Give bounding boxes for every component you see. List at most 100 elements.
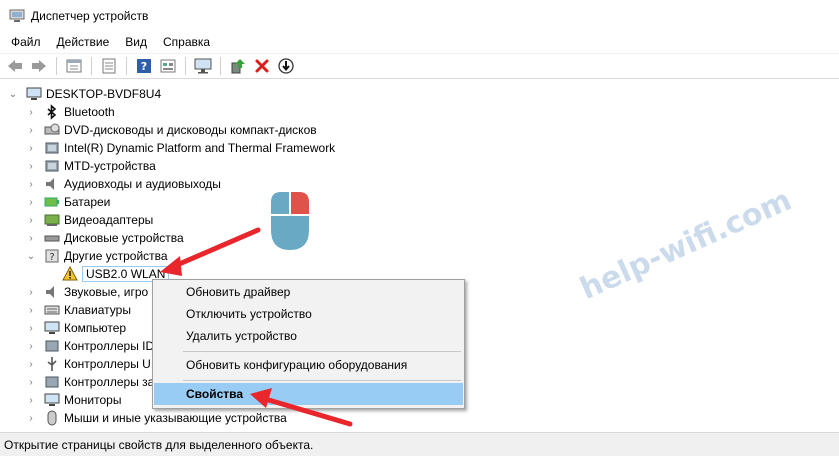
tree-item-usb[interactable]: › Контроллеры U [26, 355, 151, 373]
menu-update-driver[interactable]: Обновить драйвер [154, 281, 463, 303]
bluetooth-icon [44, 104, 60, 120]
tree-item-ide[interactable]: › Контроллеры ID [26, 337, 154, 355]
tree-item-label: Bluetooth [64, 105, 115, 119]
chevron-right-icon[interactable]: › [26, 121, 36, 139]
list-icon[interactable] [98, 55, 120, 77]
chevron-right-icon[interactable]: › [26, 139, 36, 157]
svg-text:?: ? [49, 252, 54, 263]
tree-item-label: Мыши и иные указывающие устройства [64, 411, 287, 425]
monitor-icon[interactable] [192, 55, 214, 77]
menu-separator [183, 351, 461, 352]
tree-item-storage[interactable]: › Контроллеры за [26, 373, 154, 391]
tree-item-label: Батареи [64, 195, 111, 209]
toolbar: ? [0, 53, 839, 79]
tree-item-other-devices[interactable]: ⌄ ? Другие устройства [26, 247, 168, 265]
tree-item-display[interactable]: › Видеоадаптеры [26, 211, 153, 229]
title-bar: Диспетчер устройств [0, 0, 839, 31]
tree-item-mice[interactable]: › Мыши и иные указывающие устройства [26, 409, 287, 427]
chevron-right-icon[interactable]: › [26, 301, 36, 319]
menu-properties[interactable]: Свойства [154, 383, 463, 405]
tree-item-label: Контроллеры U [64, 357, 151, 371]
tree-item-label: Клавиатуры [64, 303, 131, 317]
tree-item-mtd[interactable]: › MTD-устройства [26, 157, 155, 175]
menu-action[interactable]: Действие [49, 35, 118, 49]
tree-item-label: Видеоадаптеры [64, 213, 154, 227]
tree-item-label: Другие устройства [64, 249, 168, 263]
chevron-down-icon[interactable]: ⌄ [8, 85, 18, 103]
device-manager-icon [9, 9, 25, 23]
menu-separator [183, 380, 461, 381]
download-icon[interactable] [275, 55, 297, 77]
chevron-right-icon[interactable]: › [26, 409, 36, 427]
battery-icon [44, 194, 60, 210]
back-icon[interactable] [4, 55, 26, 77]
tree-item-label: Контроллеры ID [64, 339, 155, 353]
sound-icon [44, 284, 60, 300]
tree-item-batteries[interactable]: › Батареи [26, 193, 110, 211]
chevron-right-icon[interactable]: › [26, 103, 36, 121]
window-title: Диспетчер устройств [31, 8, 149, 23]
chevron-right-icon[interactable]: › [26, 157, 36, 175]
chevron-right-icon[interactable]: › [26, 319, 36, 337]
tree-item-dvd[interactable]: › DVD-дисководы и дисководы компакт-диск… [26, 121, 317, 139]
menu-view[interactable]: Вид [117, 35, 155, 49]
chevron-right-icon[interactable]: › [26, 373, 36, 391]
menu-disable-device[interactable]: Отключить устройство [154, 303, 463, 325]
chevron-right-icon[interactable]: › [26, 229, 36, 247]
speaker-icon [44, 176, 60, 192]
display-adapter-icon [44, 212, 60, 228]
keyboard-icon [44, 302, 60, 318]
tree-item-computer[interactable]: › Компьютер [26, 319, 126, 337]
tree-item-label: Мониторы [64, 393, 122, 407]
context-menu: Обновить драйвер Отключить устройство Уд… [152, 279, 465, 409]
computer-icon [26, 86, 42, 102]
menu-help[interactable]: Справка [155, 35, 218, 49]
storage-icon [44, 374, 60, 390]
chevron-right-icon[interactable]: › [26, 337, 36, 355]
view-icon[interactable] [157, 55, 179, 77]
tree-item-audio-io[interactable]: › Аудиовходы и аудиовыходы [26, 175, 221, 193]
dvd-icon [44, 122, 60, 138]
monitor-icon [44, 392, 60, 408]
tree-item-label: Компьютер [64, 321, 127, 335]
tree-item-intel[interactable]: › Intel(R) Dynamic Platform and Thermal … [26, 139, 335, 157]
uninstall-icon[interactable] [251, 55, 273, 77]
tree-item-sound[interactable]: › Звуковые, игро [26, 283, 148, 301]
tree-item-disks[interactable]: › Дисковые устройства [26, 229, 184, 247]
tree-item-label: DVD-дисководы и дисководы компакт-дисков [64, 123, 317, 137]
unknown-device-icon: ? [44, 248, 60, 264]
properties-icon[interactable] [63, 55, 85, 77]
warning-device-icon [62, 265, 78, 282]
chevron-right-icon[interactable]: › [26, 391, 36, 409]
chevron-right-icon[interactable]: › [26, 211, 36, 229]
status-bar: Открытие страницы свойств для выделенног… [0, 432, 839, 456]
help-icon[interactable]: ? [133, 55, 155, 77]
tree-item-label: Дисковые устройства [64, 231, 184, 245]
tree-item-bluetooth[interactable]: › Bluetooth [26, 103, 115, 121]
tree-item-label: Аудиовходы и аудиовыходы [64, 177, 221, 191]
disk-icon [44, 230, 60, 246]
chevron-down-icon[interactable]: ⌄ [26, 247, 36, 265]
chip-icon [44, 158, 60, 174]
chip-icon [44, 140, 60, 156]
chevron-right-icon[interactable]: › [26, 283, 36, 301]
tree-item-monitors[interactable]: › Мониторы [26, 391, 121, 409]
menu-file[interactable]: Файл [0, 35, 49, 49]
chevron-right-icon[interactable]: › [26, 175, 36, 193]
forward-icon[interactable] [28, 55, 50, 77]
status-text: Открытие страницы свойств для выделенног… [4, 437, 314, 452]
update-driver-icon[interactable] [227, 55, 249, 77]
toolbar-separator [185, 57, 186, 75]
svg-text:?: ? [141, 60, 147, 73]
usb-icon [44, 356, 60, 372]
tree-item-keyboards[interactable]: › Клавиатуры [26, 301, 131, 319]
chevron-right-icon[interactable]: › [26, 193, 36, 211]
chevron-right-icon[interactable]: › [26, 355, 36, 373]
menu-uninstall-device[interactable]: Удалить устройство [154, 325, 463, 347]
menu-scan-hardware[interactable]: Обновить конфигурацию оборудования [154, 354, 463, 376]
controller-icon [44, 338, 60, 354]
tree-item-label: Звуковые, игро [64, 285, 149, 299]
toolbar-separator [126, 57, 127, 75]
toolbar-separator [56, 57, 57, 75]
tree-root[interactable]: ⌄ DESKTOP-BVDF8U4 [8, 85, 161, 103]
